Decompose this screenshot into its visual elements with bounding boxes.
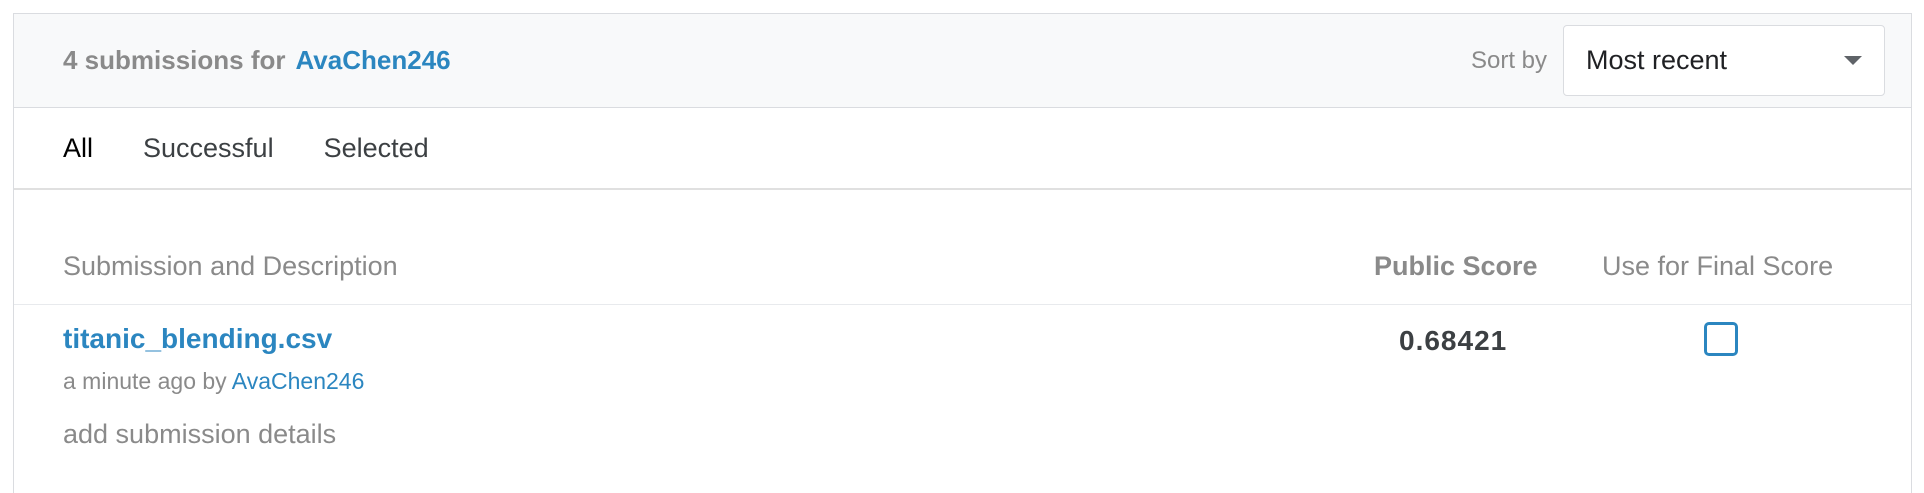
table-header: Submission and Description Public Score … [14, 251, 1911, 305]
sort-select[interactable]: Most recent [1563, 25, 1885, 96]
submission-time: a minute ago by [63, 368, 227, 394]
user-link[interactable]: AvaChen246 [296, 45, 451, 76]
column-header-final-score: Use for Final Score [1602, 251, 1834, 281]
tab-all[interactable]: All [63, 133, 93, 164]
tab-successful[interactable]: Successful [143, 133, 274, 164]
submission-user-link[interactable]: AvaChen246 [232, 368, 365, 394]
public-score: 0.68421 [1399, 325, 1508, 356]
submissions-header: 4 submissions for AvaChen246 Sort by Mos… [14, 14, 1911, 108]
column-header-description: Submission and Description [63, 251, 398, 281]
sort-control: Sort by Most recent [1471, 25, 1885, 96]
submissions-panel: 4 submissions for AvaChen246 Sort by Mos… [13, 13, 1912, 493]
submission-count-text: 4 submissions for [63, 45, 286, 75]
submission-count: 4 submissions for AvaChen246 [63, 45, 451, 76]
submission-filename-link[interactable]: titanic_blending.csv [63, 323, 332, 355]
submission-meta: a minute ago by AvaChen246 [63, 368, 364, 395]
filter-tabs: All Successful Selected [14, 108, 1911, 190]
chevron-down-icon [1844, 56, 1862, 65]
sort-label: Sort by [1470, 46, 1547, 74]
tab-selected[interactable]: Selected [324, 133, 429, 164]
add-details-link[interactable]: add submission details [63, 419, 336, 450]
column-header-public-score[interactable]: Public Score [1374, 251, 1538, 282]
sort-value: Most recent [1586, 45, 1728, 75]
final-score-checkbox[interactable] [1704, 322, 1738, 356]
